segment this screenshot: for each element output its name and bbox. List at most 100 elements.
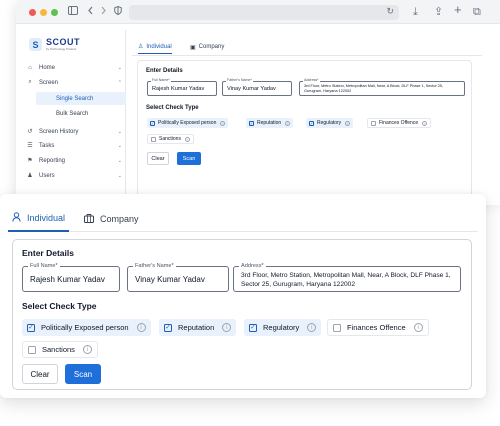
- sidebar-icon[interactable]: [68, 5, 78, 19]
- privacy-shield-icon[interactable]: [114, 5, 122, 19]
- logo-subtitle: by Technology Product: [46, 47, 77, 51]
- tab-label: Company: [100, 214, 139, 224]
- check-reputation[interactable]: ✓ Reputation i: [246, 118, 294, 128]
- reload-icon[interactable]: ↻: [386, 6, 394, 17]
- scan-button[interactable]: Scan: [65, 364, 101, 384]
- check-type-title: Select Check Type: [146, 105, 199, 111]
- check-label: Reputation: [178, 323, 215, 332]
- check-reputation[interactable]: ✓ Reputation i: [159, 319, 237, 336]
- info-icon[interactable]: i: [222, 323, 232, 332]
- field-label: Father's Name*: [133, 262, 176, 270]
- father-name-field[interactable]: Father's Name* Vinay Kumar Yadav: [222, 78, 292, 96]
- details-card: Enter Details Full Name* Rajesh Kumar Ya…: [12, 239, 472, 390]
- tab-bar: ♙ Individual ▣ Company: [132, 38, 482, 56]
- app-logo[interactable]: S SCOUT by Technology Product: [29, 38, 80, 51]
- check-label: Politically Exposed person: [158, 120, 217, 126]
- info-icon[interactable]: i: [422, 120, 428, 126]
- tab-bar: Individual Company: [8, 206, 478, 232]
- minimize-window-button[interactable]: [40, 9, 47, 16]
- checkbox-checked-icon: ✓: [249, 323, 257, 332]
- checkbox-checked-icon: ✓: [27, 323, 35, 332]
- field-label: Full Name*: [28, 262, 60, 270]
- chevron-left-icon[interactable]: [87, 5, 94, 19]
- tab-company[interactable]: Company: [84, 206, 139, 232]
- tab-label: Company: [198, 44, 225, 50]
- maximize-window-button[interactable]: [51, 9, 58, 16]
- check-pep[interactable]: ✓ Politically Exposed person i: [22, 319, 151, 336]
- check-sanctions[interactable]: Sanctions i: [22, 341, 98, 358]
- full-name-field[interactable]: Full Name* Rajesh Kumar Yadav: [147, 78, 217, 96]
- new-tab-icon[interactable]: +: [454, 3, 462, 17]
- info-icon[interactable]: i: [82, 345, 92, 354]
- sidebar-item-label: Tasks: [39, 142, 55, 149]
- sidebar-item-bulk-search[interactable]: Bulk Search: [36, 107, 126, 120]
- tab-individual[interactable]: ♙ Individual: [138, 40, 172, 54]
- browser-window: ↻ ⤓ ⇪ + ⧉ S SCOUT by Technology Product …: [16, 0, 500, 205]
- tab-company[interactable]: ▣ Company: [190, 40, 224, 54]
- field-value: 3rd Floor, Metro Station, Metropolitan M…: [241, 272, 451, 288]
- sidebar-item-reporting[interactable]: ⚑ Reporting ⌄: [25, 154, 126, 167]
- tab-individual[interactable]: Individual: [8, 206, 70, 232]
- field-value: Rajesh Kumar Yadav: [152, 86, 205, 92]
- checkbox-checked-icon: ✓: [309, 120, 314, 126]
- tab-overview-icon[interactable]: ⧉: [473, 5, 481, 19]
- check-sanctions[interactable]: Sanctions i: [147, 134, 194, 144]
- full-name-field[interactable]: Full Name* Rajesh Kumar Yadav: [22, 262, 120, 292]
- sidebar-item-home[interactable]: ⌂ Home ⌄: [25, 61, 126, 74]
- field-label: Full Name*: [151, 78, 171, 83]
- sidebar-item-users[interactable]: ♟ Users ⌄: [25, 169, 126, 182]
- checkbox-checked-icon: ✓: [150, 120, 155, 126]
- home-icon: ⌂: [28, 64, 32, 71]
- browser-toolbar: ↻ ⤓ ⇪ + ⧉: [16, 0, 500, 24]
- sidebar-item-label: Home: [39, 64, 56, 71]
- chevron-up-icon: ⌃: [117, 79, 122, 86]
- address-field[interactable]: Address* 3rd Floor, Metro Station, Metro…: [233, 262, 461, 292]
- check-finances-offence[interactable]: Finances Offence i: [327, 319, 429, 336]
- screen-icon: ⌕: [28, 79, 32, 85]
- checkbox-unchecked-icon: [333, 323, 341, 332]
- tab-label: Individual: [27, 213, 66, 223]
- flag-icon: ⚑: [27, 158, 33, 164]
- check-regulatory[interactable]: ✓ Regulatory i: [306, 118, 354, 128]
- father-name-field[interactable]: Father's Name* Vinay Kumar Yadav: [127, 262, 229, 292]
- address-bar[interactable]: ↻: [129, 5, 399, 20]
- info-icon[interactable]: i: [285, 120, 291, 126]
- clear-button[interactable]: Clear: [22, 364, 58, 384]
- chevron-right-icon[interactable]: [100, 5, 107, 19]
- chevron-down-icon: ⌄: [117, 172, 122, 179]
- clear-button[interactable]: Clear: [147, 152, 169, 165]
- tasks-icon: ☰: [27, 143, 33, 149]
- check-finances-offence[interactable]: Finances Offence i: [367, 118, 432, 128]
- close-window-button[interactable]: [29, 9, 36, 16]
- info-icon[interactable]: i: [413, 323, 423, 332]
- check-label: Reputation: [257, 120, 282, 126]
- field-label: Address*: [239, 262, 266, 270]
- chevron-down-icon: ⌄: [117, 64, 122, 71]
- sidebar-item-screen-history[interactable]: ↺ Screen History ⌄: [25, 125, 126, 138]
- check-label: Finances Offence: [347, 323, 406, 332]
- field-label: Father's Name*: [226, 78, 253, 83]
- checkbox-checked-icon: ✓: [249, 120, 254, 126]
- info-icon[interactable]: i: [184, 136, 190, 142]
- check-type-title: Select Check Type: [22, 301, 97, 311]
- info-icon[interactable]: i: [136, 323, 146, 332]
- check-pep[interactable]: ✓ Politically Exposed person i: [147, 118, 229, 128]
- info-icon[interactable]: i: [307, 323, 317, 332]
- checkbox-unchecked-icon: [371, 120, 376, 126]
- briefcase-icon: [84, 213, 94, 225]
- address-field[interactable]: Address* 3rd Floor, Metro Station, Metro…: [299, 78, 465, 96]
- check-label: Finances Offence: [379, 120, 419, 126]
- users-icon: ♟: [27, 173, 33, 179]
- sidebar-item-label: Reporting: [39, 157, 66, 164]
- download-icon[interactable]: ⤓: [413, 5, 418, 19]
- scan-button[interactable]: Scan: [177, 152, 201, 165]
- info-icon[interactable]: i: [345, 120, 351, 126]
- sidebar-item-tasks[interactable]: ☰ Tasks ⌄: [25, 139, 126, 152]
- info-icon[interactable]: i: [220, 120, 226, 126]
- check-regulatory[interactable]: ✓ Regulatory i: [244, 319, 322, 336]
- sidebar-item-single-search[interactable]: Single Search: [36, 92, 126, 105]
- field-value: Vinay Kumar Yadav: [135, 275, 205, 284]
- share-icon[interactable]: ⇪: [434, 5, 443, 19]
- check-label: Regulatory: [263, 323, 300, 332]
- sidebar-item-screen[interactable]: ⌕ Screen ⌃: [25, 76, 126, 89]
